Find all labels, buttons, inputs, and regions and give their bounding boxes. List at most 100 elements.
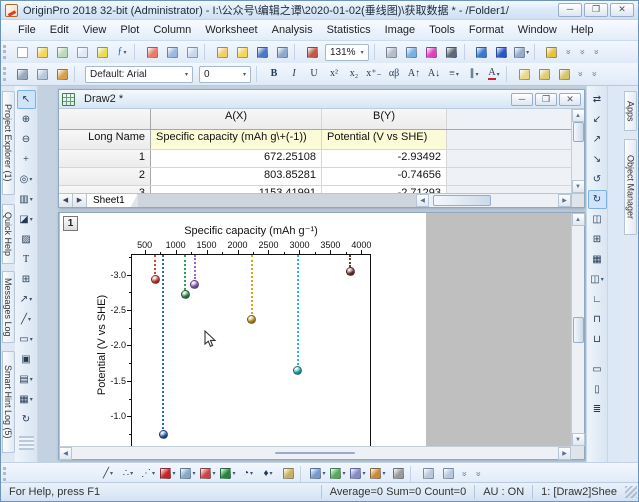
layout-9panel-icon[interactable]: ▦ bbox=[588, 250, 607, 269]
digits-decrease-icon[interactable] bbox=[555, 65, 573, 83]
3d-surface-plot-icon[interactable]: ▾ bbox=[329, 465, 347, 483]
status-active-window[interactable]: 1: [Draw2]Shee bbox=[533, 486, 625, 498]
layout-4panel-icon[interactable]: ⊞ bbox=[588, 230, 607, 249]
minimize-button[interactable]: ─ bbox=[558, 3, 582, 17]
restore-button[interactable]: ❐ bbox=[584, 3, 608, 17]
worksheet-close-button[interactable]: ✕ bbox=[559, 93, 581, 106]
digits-default-icon[interactable] bbox=[515, 65, 533, 83]
project-tree-icon[interactable] bbox=[543, 43, 561, 61]
scroll-left-icon[interactable]: ◀ bbox=[59, 447, 72, 460]
menu-format[interactable]: Format bbox=[462, 21, 511, 39]
data-reader-tool[interactable]: ◎▾ bbox=[17, 170, 36, 189]
row-number[interactable]: 1 bbox=[59, 150, 151, 167]
font-color-button[interactable]: A▾ bbox=[485, 65, 503, 83]
column-format-button[interactable]: ∥▾ bbox=[465, 65, 483, 83]
insert-graph-tool[interactable]: ▤▾ bbox=[17, 370, 36, 389]
menu-plot[interactable]: Plot bbox=[113, 21, 146, 39]
pointer-tool[interactable]: ↖ bbox=[17, 90, 36, 109]
subscript-button[interactable]: x₂ bbox=[345, 65, 363, 83]
toolbar-overflow-icon[interactable]: » bbox=[576, 67, 586, 81]
panel-tab-object-manager[interactable]: Object Manager bbox=[624, 139, 637, 235]
worksheet-minimize-button[interactable]: ─ bbox=[511, 93, 533, 106]
rescale-tool-icon[interactable]: ↻ bbox=[588, 190, 607, 209]
scrollbar-thumb[interactable] bbox=[573, 122, 584, 142]
scatter-plot-icon[interactable]: ∴▾ bbox=[119, 465, 137, 483]
new-worksheet-icon[interactable] bbox=[53, 43, 71, 61]
toolbar-grip[interactable] bbox=[3, 467, 9, 481]
template-library-icon[interactable]: ▾ bbox=[179, 465, 197, 483]
cut-icon[interactable] bbox=[13, 65, 31, 83]
line-tool[interactable]: ╱▾ bbox=[17, 310, 36, 329]
cell-b[interactable]: -2.71293 bbox=[322, 186, 447, 193]
y-axis-title[interactable]: Potential (V vs SHE) bbox=[96, 295, 108, 395]
contour-plot-icon[interactable]: ▾ bbox=[369, 465, 387, 483]
arrow-tool[interactable]: ↗▾ bbox=[17, 290, 36, 309]
font-size-select[interactable]: 0▾ bbox=[199, 66, 251, 83]
distribute-icon[interactable]: ≣ bbox=[588, 400, 607, 419]
scroll-left-icon[interactable]: ◀ bbox=[416, 194, 429, 207]
scroll-down-icon[interactable]: ▼ bbox=[572, 180, 585, 193]
rectangle-tool[interactable]: ▭▾ bbox=[17, 330, 36, 349]
row-number[interactable]: 2 bbox=[59, 168, 151, 185]
menu-window[interactable]: Window bbox=[511, 21, 564, 39]
toolbar-overflow-icon[interactable]: » bbox=[564, 45, 574, 59]
menu-edit[interactable]: Edit bbox=[43, 21, 76, 39]
superscript-button[interactable]: x² bbox=[325, 65, 343, 83]
toolbar-overflow-pattern[interactable] bbox=[19, 436, 34, 450]
graph-window-icon[interactable] bbox=[279, 465, 297, 483]
menu-column[interactable]: Column bbox=[146, 21, 198, 39]
row-number[interactable]: 3 bbox=[59, 186, 151, 193]
scrollbar-thumb[interactable] bbox=[275, 452, 355, 454]
menu-image[interactable]: Image bbox=[378, 21, 423, 39]
menu-statistics[interactable]: Statistics bbox=[320, 21, 378, 39]
supersubscript-button[interactable]: x⁺₋ bbox=[365, 65, 383, 83]
cell-a[interactable]: 803.85281 bbox=[151, 168, 322, 185]
worksheet-vertical-scrollbar[interactable]: ▲ ▼ bbox=[571, 109, 584, 193]
decrease-font-button[interactable]: A↓ bbox=[425, 65, 443, 83]
zoom-out-tool[interactable]: ⊖ bbox=[17, 130, 36, 149]
menu-view[interactable]: View bbox=[76, 21, 114, 39]
copy-icon[interactable] bbox=[33, 65, 51, 83]
data-point[interactable] bbox=[346, 267, 355, 276]
row-header-corner[interactable] bbox=[59, 109, 151, 129]
3d-plot-icon[interactable]: ▾ bbox=[309, 465, 327, 483]
greek-button[interactable]: αβ bbox=[385, 65, 403, 83]
presentation-icon[interactable] bbox=[403, 43, 421, 61]
new-function-icon[interactable]: ƒ▾ bbox=[113, 43, 131, 61]
merge-layers-icon[interactable]: ◫▾ bbox=[588, 270, 607, 289]
layout-panes-icon[interactable]: ▾ bbox=[513, 43, 531, 61]
digits-increase-icon[interactable] bbox=[535, 65, 553, 83]
panel-tab-messages-log[interactable]: Messages Log bbox=[2, 271, 15, 343]
menu-analysis[interactable]: Analysis bbox=[265, 21, 320, 39]
new-excel-icon[interactable] bbox=[93, 43, 111, 61]
new-layout-icon[interactable] bbox=[143, 43, 161, 61]
underline-button[interactable]: U bbox=[305, 65, 323, 83]
line-plot-icon[interactable]: ╱▾ bbox=[99, 465, 117, 483]
menu-worksheet[interactable]: Worksheet bbox=[198, 21, 264, 39]
menu-file[interactable]: File bbox=[11, 21, 43, 39]
scroll-up-icon[interactable]: ▲ bbox=[572, 109, 585, 122]
data-point[interactable] bbox=[293, 366, 302, 375]
worksheet-ops-icon[interactable] bbox=[419, 465, 437, 483]
copy-page-icon[interactable] bbox=[163, 43, 181, 61]
save-project-icon[interactable] bbox=[253, 43, 271, 61]
toolbar-overflow-icon[interactable]: » bbox=[590, 67, 600, 81]
matrix-ops-icon[interactable] bbox=[439, 465, 457, 483]
toolbar-overflow-icon[interactable]: » bbox=[474, 467, 484, 481]
zoom-axes-icon[interactable]: ↘ bbox=[588, 150, 607, 169]
worksheet-restore-button[interactable]: ❐ bbox=[535, 93, 557, 106]
regional-mask-tool[interactable]: ▨ bbox=[17, 230, 36, 249]
column-plot-icon[interactable]: ▾ bbox=[159, 465, 177, 483]
scroll-right-icon[interactable]: ▶ bbox=[558, 194, 571, 207]
data-point[interactable] bbox=[159, 430, 168, 439]
shrink-page-icon[interactable]: ↙ bbox=[588, 110, 607, 129]
hand-tool[interactable]: ▣ bbox=[17, 350, 36, 369]
panel-tab-quick-help[interactable]: Quick Help bbox=[2, 204, 15, 264]
x-axis-title[interactable]: Specific capacity (mAh g⁻¹) bbox=[131, 224, 371, 237]
video-icon[interactable] bbox=[443, 43, 461, 61]
data-point[interactable] bbox=[151, 275, 160, 284]
3d-wireframe-plot-icon[interactable]: ▾ bbox=[349, 465, 367, 483]
data-point[interactable] bbox=[181, 290, 190, 299]
image-plot-icon[interactable] bbox=[389, 465, 407, 483]
mask-tool[interactable]: ◪▾ bbox=[17, 210, 36, 229]
